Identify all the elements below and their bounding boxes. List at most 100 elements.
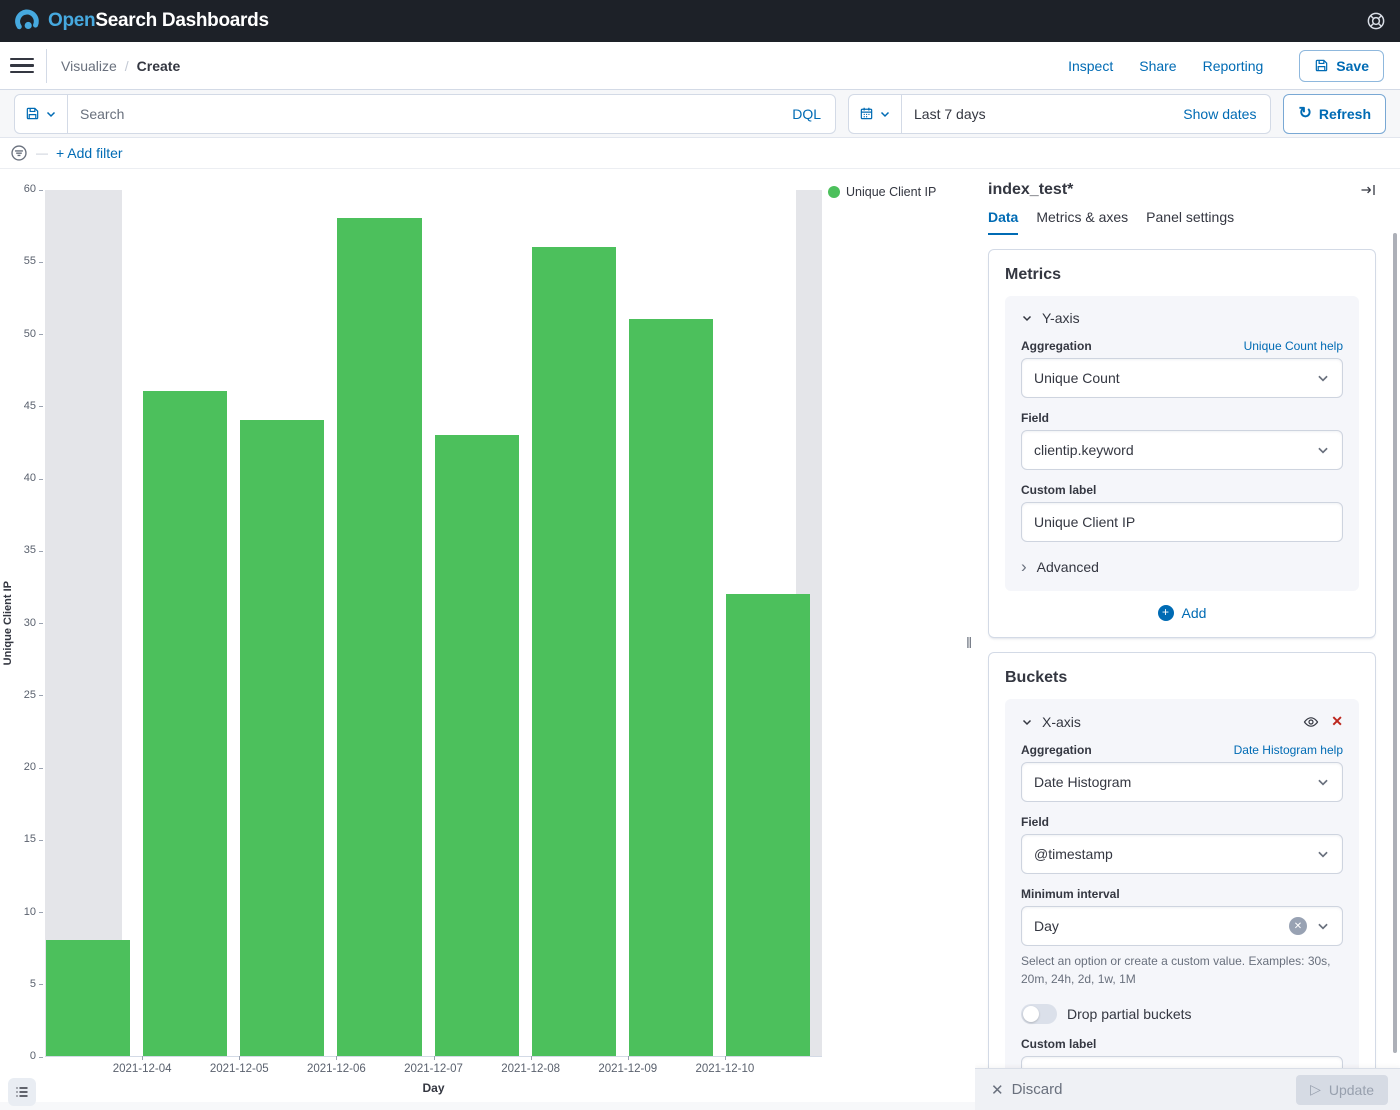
query-bar-row: DQL Last 7 days Show dates ↻ Refresh bbox=[0, 90, 1400, 138]
breadcrumb-separator: / bbox=[125, 58, 129, 74]
bar-2021-12-10[interactable] bbox=[726, 594, 810, 1056]
minimum-interval-combobox[interactable]: Day ✕ bbox=[1021, 906, 1343, 946]
panel-resize-handle[interactable]: ‖ bbox=[966, 635, 972, 652]
tab-metrics-axes[interactable]: Metrics & axes bbox=[1036, 209, 1128, 235]
y-tick-mark bbox=[39, 406, 43, 407]
field-label: Field bbox=[1021, 815, 1049, 829]
date-histogram-help-link[interactable]: Date Histogram help bbox=[1234, 743, 1343, 757]
breadcrumb-visualize[interactable]: Visualize bbox=[61, 58, 117, 74]
x-axis-title: Day bbox=[45, 1081, 822, 1095]
chevron-down-icon bbox=[1316, 919, 1330, 933]
save-button[interactable]: Save bbox=[1299, 50, 1384, 82]
chevron-down-icon bbox=[1021, 716, 1033, 728]
legend-item[interactable]: Unique Client IP bbox=[828, 185, 936, 199]
bar-2021-12-03[interactable] bbox=[46, 940, 130, 1056]
query-language-button[interactable]: DQL bbox=[778, 106, 835, 122]
eye-icon[interactable] bbox=[1303, 714, 1319, 730]
x-tick-label: 2021-12-06 bbox=[307, 1063, 366, 1075]
x-tick-mark bbox=[628, 1056, 629, 1060]
x-tick-label: 2021-12-08 bbox=[501, 1063, 560, 1075]
divider bbox=[46, 49, 47, 83]
tab-data[interactable]: Data bbox=[988, 209, 1018, 235]
y-axis-title: Unique Client IP bbox=[2, 190, 14, 1057]
y-tick-label: 0 bbox=[30, 1050, 36, 1062]
unique-count-help-link[interactable]: Unique Count help bbox=[1244, 339, 1343, 353]
x-axis-accordion[interactable]: X-axis ✕ bbox=[1021, 713, 1343, 730]
filter-icon[interactable] bbox=[10, 144, 28, 162]
add-filter-link[interactable]: + Add filter bbox=[56, 145, 123, 161]
advanced-accordion[interactable]: › Advanced bbox=[1021, 558, 1343, 575]
x-tick-mark bbox=[531, 1056, 532, 1060]
buckets-card: Buckets X-axis ✕ Aggregation bbox=[988, 652, 1376, 1110]
x-tick-mark bbox=[239, 1056, 240, 1060]
calendar-menu[interactable] bbox=[849, 95, 902, 133]
date-picker: Last 7 days Show dates bbox=[848, 94, 1271, 134]
field-select[interactable]: clientip.keyword bbox=[1021, 430, 1343, 470]
collapse-panel-icon[interactable] bbox=[1360, 182, 1376, 198]
top-app-bar: OpenSearch Dashboards bbox=[0, 0, 1400, 42]
bar-2021-12-06[interactable] bbox=[337, 218, 421, 1056]
partial-bucket-endzone bbox=[45, 190, 122, 1056]
legend-label: Unique Client IP bbox=[846, 185, 936, 199]
visualization-editor-panel: index_test* Data Metrics & axes Panel se… bbox=[975, 169, 1400, 1110]
discard-button[interactable]: ✕ Discard bbox=[991, 1081, 1062, 1099]
close-icon: ✕ bbox=[991, 1081, 1004, 1099]
chevron-right-icon: › bbox=[1021, 558, 1027, 575]
refresh-button[interactable]: ↻ Refresh bbox=[1283, 94, 1386, 134]
search-bar: DQL bbox=[14, 94, 836, 134]
tab-panel-settings[interactable]: Panel settings bbox=[1146, 209, 1234, 235]
chevron-down-icon bbox=[879, 108, 891, 120]
time-range-value[interactable]: Last 7 days bbox=[902, 106, 1169, 122]
y-tick-mark bbox=[39, 984, 43, 985]
aggregation-label: Aggregation bbox=[1021, 339, 1092, 353]
y-tick-label: 5 bbox=[30, 978, 36, 990]
add-metric-button[interactable]: + Add bbox=[1005, 605, 1359, 621]
bar-2021-12-08[interactable] bbox=[532, 247, 616, 1056]
y-axis-section: Y-axis Aggregation Unique Count help Uni… bbox=[1005, 296, 1359, 591]
clear-selection-icon[interactable]: ✕ bbox=[1289, 917, 1307, 935]
bar-2021-12-04[interactable] bbox=[143, 391, 227, 1056]
list-icon bbox=[15, 1085, 29, 1099]
visualization-pane: Unique Client IP Unique Client IP 051015… bbox=[0, 169, 975, 1102]
legend-toggle-button[interactable] bbox=[8, 1078, 36, 1106]
buckets-heading: Buckets bbox=[1005, 669, 1359, 687]
update-button[interactable]: ▷ Update bbox=[1296, 1075, 1388, 1105]
bar-2021-12-07[interactable] bbox=[435, 435, 519, 1056]
show-dates-link[interactable]: Show dates bbox=[1169, 106, 1270, 122]
y-tick-mark bbox=[39, 551, 43, 552]
custom-label-label: Custom label bbox=[1021, 1037, 1096, 1051]
y-tick-mark bbox=[39, 190, 43, 191]
reporting-link[interactable]: Reporting bbox=[1203, 58, 1264, 74]
breadcrumb-create: Create bbox=[137, 58, 181, 74]
aggregation-select[interactable]: Unique Count bbox=[1021, 358, 1343, 398]
share-link[interactable]: Share bbox=[1139, 58, 1176, 74]
bar-2021-12-05[interactable] bbox=[240, 420, 324, 1056]
y-axis-accordion[interactable]: Y-axis bbox=[1021, 310, 1343, 326]
x-tick-mark bbox=[336, 1056, 337, 1060]
toggle-switch-off bbox=[1021, 1004, 1057, 1024]
x-tick-label: 2021-12-04 bbox=[113, 1063, 172, 1075]
remove-bucket-icon[interactable]: ✕ bbox=[1331, 713, 1343, 730]
x-tick-label: 2021-12-05 bbox=[210, 1063, 269, 1075]
y-tick-label: 35 bbox=[24, 544, 36, 556]
search-input[interactable] bbox=[68, 106, 778, 122]
brand-text: OpenSearch Dashboards bbox=[48, 10, 269, 32]
plot-area: 0510152025303540455055602021-12-042021-1… bbox=[45, 190, 822, 1057]
opensearch-logo[interactable]: OpenSearch Dashboards bbox=[14, 8, 269, 34]
saved-query-menu[interactable] bbox=[15, 95, 68, 133]
custom-label-input[interactable] bbox=[1021, 502, 1343, 542]
help-ring-icon[interactable] bbox=[1366, 11, 1386, 31]
saved-query-icon bbox=[25, 106, 40, 121]
menu-icon[interactable] bbox=[10, 54, 34, 78]
y-tick-label: 40 bbox=[24, 472, 36, 484]
plus-icon: + bbox=[1158, 605, 1174, 621]
drop-partial-buckets-toggle[interactable]: Drop partial buckets bbox=[1021, 1004, 1343, 1024]
field-select[interactable]: @timestamp bbox=[1021, 834, 1343, 874]
aggregation-select[interactable]: Date Histogram bbox=[1021, 762, 1343, 802]
inspect-link[interactable]: Inspect bbox=[1068, 58, 1113, 74]
y-tick-mark bbox=[39, 912, 43, 913]
bar-2021-12-09[interactable] bbox=[629, 319, 713, 1056]
panel-scrollbar[interactable] bbox=[1393, 233, 1397, 1053]
calendar-icon bbox=[859, 106, 874, 121]
x-tick-mark bbox=[725, 1056, 726, 1060]
